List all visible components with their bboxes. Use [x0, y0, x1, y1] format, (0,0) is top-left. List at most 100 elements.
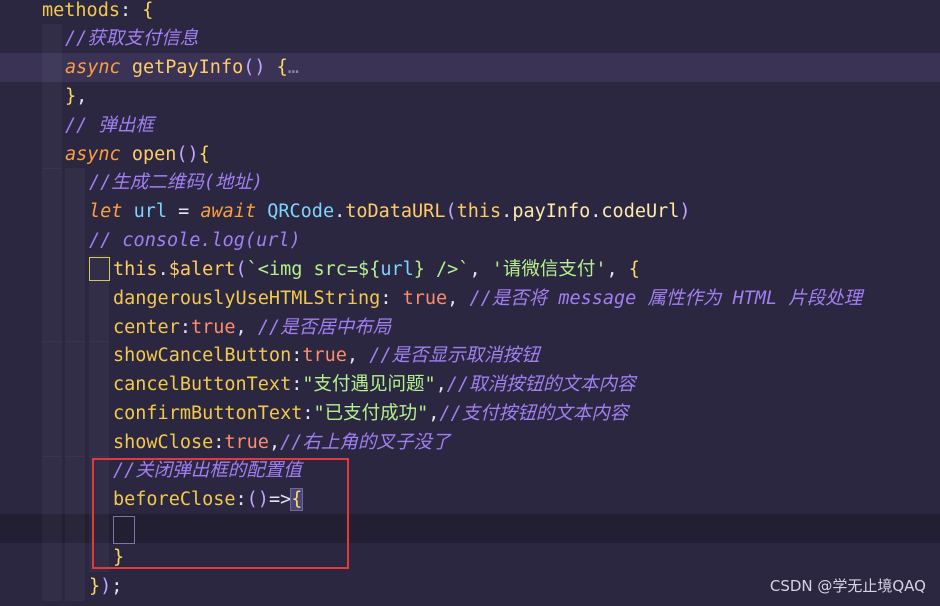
- indent-guide: [65, 456, 85, 485]
- code-token: :: [380, 288, 403, 309]
- code-line[interactable]: showCancelButton:true, //是否显示取消按钮: [0, 341, 940, 370]
- code-token: toDataURL: [345, 201, 446, 222]
- indent-guide: [42, 456, 62, 485]
- code-line[interactable]: // console.log(url): [0, 226, 940, 255]
- indent-guide: [65, 370, 85, 399]
- code-token: async: [65, 144, 121, 165]
- code-token: }: [65, 86, 77, 107]
- code-token: :: [291, 374, 303, 395]
- code-line[interactable]: },: [0, 82, 940, 111]
- code-line[interactable]: async open(){: [0, 140, 940, 169]
- code-token: let: [89, 201, 123, 222]
- code-token: payInfo: [512, 201, 591, 222]
- indent-guide: [42, 168, 62, 197]
- code-token: //是否居中布局: [257, 317, 392, 338]
- code-text: },: [65, 82, 87, 111]
- code-line[interactable]: beforeClose:()=>{: [0, 485, 940, 514]
- code-token: "已支付成功": [313, 403, 429, 424]
- indent-guide: [65, 284, 85, 313]
- code-token: ): [100, 576, 112, 597]
- code-line[interactable]: confirmButtonText:"已支付成功",//支付按钮的文本内容: [0, 399, 940, 428]
- cursor-line-box: [113, 516, 135, 544]
- indent-guide: [65, 197, 85, 226]
- code-token: true: [302, 345, 347, 366]
- indent-guide: [42, 313, 62, 342]
- code-token: ;: [111, 576, 123, 597]
- code-line[interactable]: methods: {: [0, 0, 940, 25]
- code-text: methods: {: [42, 0, 153, 25]
- code-line[interactable]: async getPayInfo() {…: [0, 53, 940, 82]
- code-text: //关闭弹出框的配置值: [113, 456, 302, 485]
- indent-guide: [42, 226, 62, 255]
- code-token: }: [113, 547, 125, 568]
- code-token: true: [224, 432, 269, 453]
- code-text: let url = await QRCode.toDataURL(this.pa…: [89, 197, 691, 226]
- code-token: .: [501, 201, 513, 222]
- code-editor[interactable]: methods: { //获取支付信息 async getPayInfo() {…}…: [0, 0, 940, 606]
- code-text: async getPayInfo() {…: [65, 53, 299, 82]
- code-line[interactable]: //关闭弹出框的配置值: [0, 456, 940, 485]
- code-token: ,: [435, 374, 447, 395]
- code-line[interactable]: cancelButtonText:"支付遇见问题",//取消按钮的文本内容: [0, 370, 940, 399]
- indent-guide: [89, 456, 109, 485]
- code-line[interactable]: center:true, //是否居中布局: [0, 313, 940, 342]
- code-token: '请微信支付': [491, 259, 607, 280]
- code-line[interactable]: //获取支付信息: [0, 24, 940, 53]
- code-token: cancelButtonText: [113, 374, 292, 395]
- indent-guide: [42, 255, 62, 284]
- code-token: url: [380, 259, 414, 280]
- code-token: {: [290, 488, 304, 511]
- code-token: open: [131, 144, 177, 165]
- code-token: :: [235, 489, 247, 510]
- code-line[interactable]: //生成二维码(地址): [0, 168, 940, 197]
- code-token: //获取支付信息: [65, 28, 199, 49]
- code-token: {: [276, 57, 288, 78]
- indent-guide: [89, 543, 109, 572]
- indent-guide: [42, 485, 62, 514]
- code-token: //关闭弹出框的配置值: [113, 460, 302, 481]
- indent-guide: [89, 514, 109, 543]
- indent-guide: [89, 313, 109, 342]
- code-text: this.$alert(`<img src=${url} />`, '请微信支付…: [89, 255, 640, 284]
- indent-guide: [65, 168, 85, 197]
- code-token: async: [65, 57, 121, 78]
- code-token: :: [302, 403, 314, 424]
- code-text: confirmButtonText:"已支付成功",//支付按钮的文本内容: [113, 399, 628, 428]
- code-token: ,: [447, 288, 470, 309]
- code-token: //是否显示取消按钮: [369, 345, 540, 366]
- code-token: getPayInfo: [131, 57, 244, 78]
- code-token: true: [402, 288, 448, 309]
- code-token: {: [628, 259, 640, 280]
- code-token: (): [176, 144, 199, 165]
- watermark: CSDN @学无止境QAQ: [769, 577, 926, 595]
- code-line[interactable]: this.$alert(`<img src=${url} />`, '请微信支付…: [0, 255, 940, 284]
- indent-guide: [65, 226, 85, 255]
- indent-guide: [65, 572, 85, 601]
- indent-guide: [42, 53, 62, 82]
- code-line[interactable]: dangerouslyUseHTMLString: true, //是否将 me…: [0, 284, 940, 313]
- code-token: =>: [268, 489, 292, 510]
- code-token: }: [89, 576, 101, 597]
- indent-guide: [65, 428, 85, 457]
- indent-guide: [42, 572, 62, 601]
- code-token: ,: [606, 259, 629, 280]
- code-line[interactable]: // 弹出框: [0, 111, 940, 140]
- code-line[interactable]: }: [0, 543, 940, 572]
- code-token: methods: [42, 0, 120, 21]
- code-token: .: [334, 201, 346, 222]
- code-line[interactable]: let url = await QRCode.toDataURL(this.pa…: [0, 197, 940, 226]
- code-token: url: [133, 201, 167, 222]
- code-line[interactable]: showClose:true,//右上角的叉子没了: [0, 428, 940, 457]
- code-token: await: [200, 201, 257, 222]
- code-token: .: [157, 259, 169, 280]
- code-text: });: [89, 572, 122, 601]
- code-text: beforeClose:()=>{: [113, 485, 304, 514]
- indent-guide: [42, 543, 62, 572]
- code-text: showClose:true,//右上角的叉子没了: [113, 428, 450, 457]
- code-token: codeUrl: [601, 201, 680, 222]
- indent-guide: [42, 341, 62, 370]
- code-token: // console.log(url): [89, 230, 301, 251]
- code-line[interactable]: [0, 514, 940, 543]
